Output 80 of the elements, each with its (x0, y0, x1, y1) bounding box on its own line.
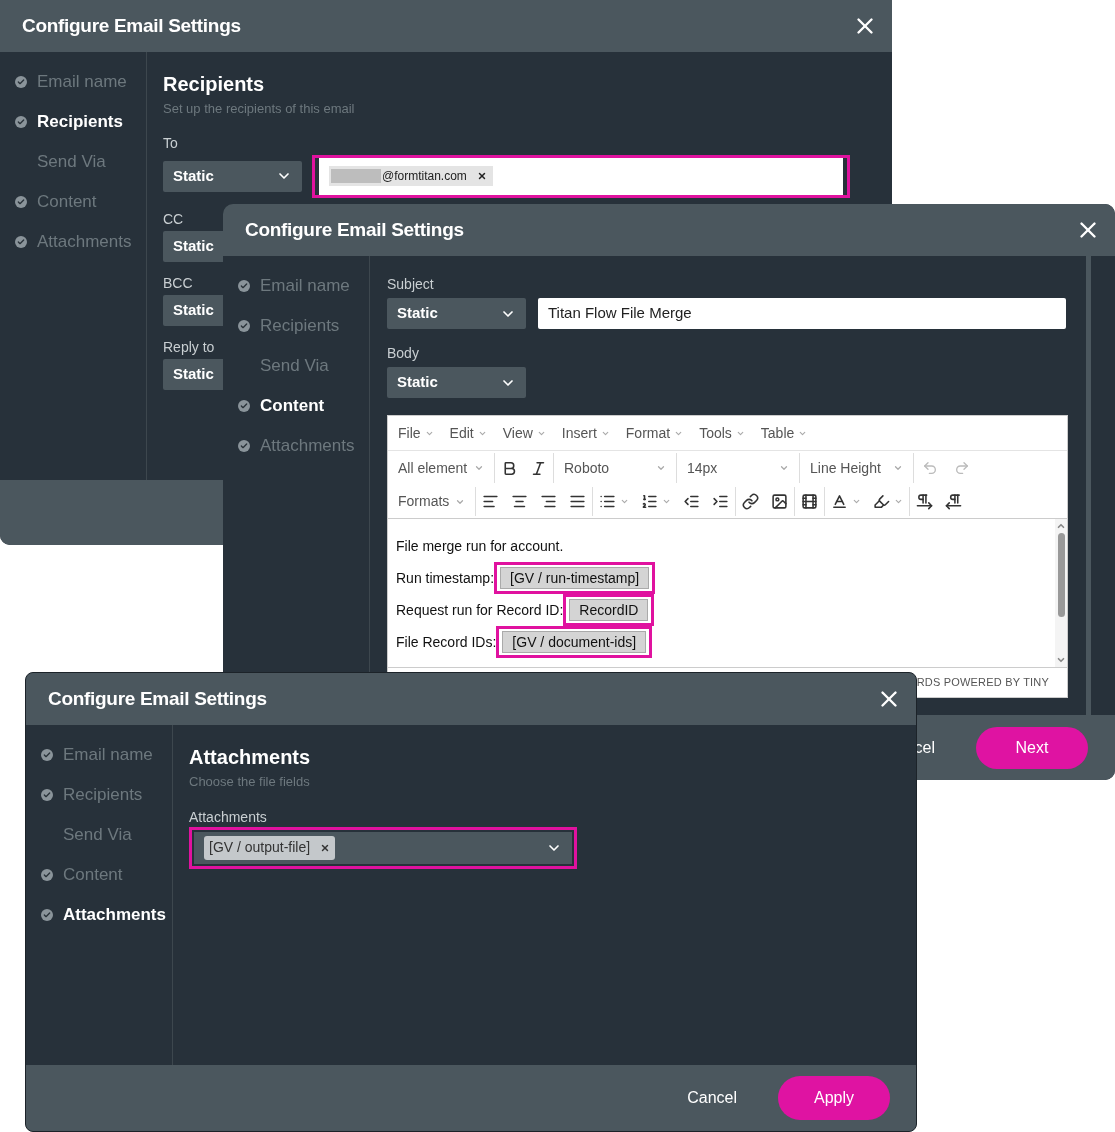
remove-icon[interactable] (476, 171, 487, 181)
step-item[interactable]: Recipients (37, 109, 123, 135)
menu-item[interactable]: Tools (691, 422, 753, 444)
field-label: Subject (387, 276, 434, 292)
recipient-chip: @formtitan.com (329, 166, 493, 186)
field-label: BCC (163, 274, 193, 291)
remove-icon[interactable] (320, 842, 331, 853)
numbered-list-icon (641, 493, 658, 510)
body-text: File Record IDs: (396, 632, 497, 652)
dialog-title: Configure Email Settings (245, 217, 464, 242)
dialog-title: Configure Email Settings (22, 13, 241, 38)
cancel-button[interactable]: Cancel (687, 1086, 737, 1111)
toolbar-dropdown[interactable]: All element (388, 453, 494, 483)
merge-field-token: [GV / document-ids] (496, 626, 653, 658)
film-icon (801, 493, 818, 510)
body-text: File merge run for account. (396, 536, 564, 556)
status-text: RDS POWERED BY TINY (916, 675, 1049, 691)
field-label: To (163, 134, 178, 151)
caret-icon (852, 497, 861, 506)
caret-icon (894, 497, 903, 506)
left-to-right-icon (916, 493, 933, 510)
section-subtitle: Choose the file fields (189, 773, 311, 791)
menu-item[interactable]: Table (752, 422, 816, 444)
outdent-icon (683, 493, 700, 510)
caret-icon (662, 497, 671, 506)
menu-item[interactable]: Format (617, 422, 692, 444)
section-heading: Attachments (189, 745, 312, 769)
merge-field-token: [GV / run-timestamp] (494, 562, 656, 594)
toolbar-dropdown[interactable]: 14px (677, 453, 799, 483)
menu-item[interactable]: Edit (441, 422, 495, 444)
toolbar-dropdown[interactable]: Formats (388, 487, 475, 516)
field-label: CC (163, 210, 184, 227)
field-label: Attachments (189, 808, 267, 825)
recipients-field[interactable]: @formtitan.com (312, 154, 850, 198)
toolbar-dropdown[interactable]: Line Height (800, 453, 913, 483)
image-icon (771, 493, 788, 510)
field-label: Body (387, 345, 419, 361)
caret-icon (656, 463, 666, 473)
body-text: Run timestamp: (396, 568, 495, 588)
align-right-icon (540, 493, 557, 510)
align-left-icon (482, 493, 499, 510)
text-color-icon (831, 493, 848, 510)
scroll-down-icon[interactable] (1056, 655, 1066, 665)
caret-icon (893, 463, 903, 473)
section-heading: Recipients (163, 72, 266, 96)
highlight-icon (873, 493, 890, 510)
merge-field-token: RecordID (563, 594, 655, 626)
step-item[interactable]: Attachments (63, 902, 166, 928)
menu-item[interactable]: File (390, 422, 442, 444)
menu-item[interactable]: Insert (553, 422, 618, 444)
indent-icon (712, 493, 729, 510)
step-item[interactable]: Content (260, 393, 325, 419)
caret-icon (474, 463, 484, 473)
right-to-left-icon (945, 493, 962, 510)
caret-icon (620, 497, 629, 506)
bold-icon (501, 459, 518, 477)
mode-select[interactable]: Static (163, 160, 302, 192)
menu-item[interactable]: View (494, 422, 554, 444)
field-label: Reply to (163, 338, 215, 355)
attachments-select[interactable]: [GV / output-file] (189, 826, 577, 869)
mode-select[interactable]: Static (387, 367, 526, 398)
mode-select[interactable]: Static (387, 298, 526, 329)
section-subtitle: Set up the recipients of this email (163, 100, 356, 118)
link-icon (742, 493, 759, 510)
scroll-up-icon[interactable] (1056, 521, 1066, 531)
apply-button[interactable]: Apply (778, 1076, 890, 1121)
attachment-chip: [GV / output-file] (204, 835, 336, 860)
subject-field[interactable]: Titan Flow File Merge (538, 298, 1066, 329)
caret-icon (779, 463, 789, 473)
toolbar-dropdown[interactable]: Roboto (554, 453, 676, 483)
align-justify-icon (569, 493, 586, 510)
align-center-icon (511, 493, 528, 510)
undo-icon (922, 460, 938, 476)
dialog-title: Configure Email Settings (48, 686, 267, 711)
italic-icon (530, 459, 547, 477)
bullet-list-icon (599, 493, 616, 510)
redo-icon (954, 460, 970, 476)
body-text: Request run for Record ID: (396, 600, 564, 620)
scrollbar[interactable] (1055, 519, 1067, 667)
next-button[interactable]: Next (976, 726, 1088, 769)
